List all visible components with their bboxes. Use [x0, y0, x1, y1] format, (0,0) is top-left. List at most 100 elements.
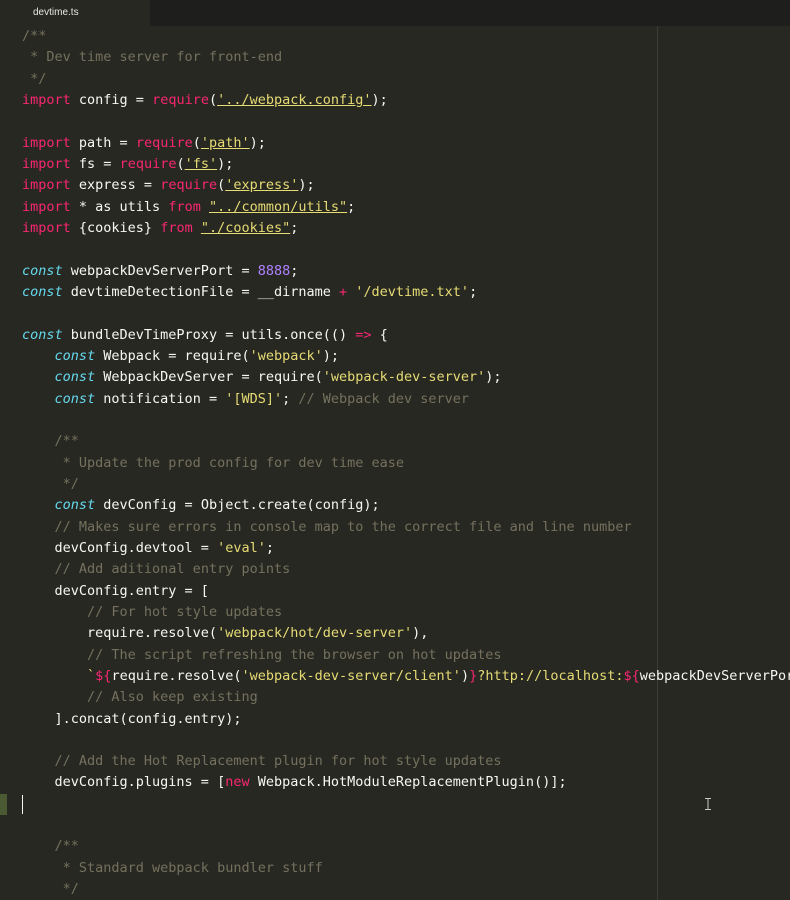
code-line: import fs = require('fs'); — [22, 154, 790, 175]
code-token: */ — [22, 475, 79, 492]
code-line: // Makes sure errors in console map to t… — [22, 517, 790, 538]
code-line: */ — [22, 879, 790, 900]
code-line: const devtimeDetectionFile = __dirname +… — [22, 282, 790, 303]
code-token: ( — [208, 91, 218, 108]
code-token: notification = — [95, 390, 226, 407]
code-token: => — [355, 326, 372, 343]
code-token: ${ — [623, 667, 640, 684]
code-token: ); — [485, 369, 502, 386]
code-line: /** — [22, 431, 790, 452]
code-line: * Dev time server for front-end — [22, 47, 790, 68]
code-token: ; — [282, 390, 299, 407]
code-token: ; — [290, 219, 299, 236]
code-token: Webpack.HotModuleReplacementPlugin()]; — [249, 774, 567, 791]
code-token: ( — [176, 155, 185, 172]
code-token: ); — [249, 134, 266, 151]
code-token: 'webpack/hot/dev-server' — [217, 625, 413, 642]
code-token: '/devtime.txt' — [355, 283, 470, 300]
code-token: devtimeDetectionFile = __dirname — [62, 283, 339, 300]
code-token: // The script refreshing the browser on … — [87, 646, 502, 663]
code-token: ); — [217, 155, 234, 172]
code-token: {cookies} — [70, 219, 161, 236]
code-token: /** — [54, 838, 79, 855]
code-token: path = — [70, 134, 136, 151]
code-token: from — [168, 198, 201, 215]
tab-devtime-ts[interactable]: devtime.ts — [0, 0, 150, 26]
code-editor[interactable]: /** * Dev time server for front-end */ im… — [0, 26, 790, 900]
code-token: ?http://localhost: — [477, 667, 624, 684]
code-line: import * as utils from "../common/utils"… — [22, 197, 790, 218]
code-token: require — [160, 177, 218, 194]
code-token: import — [22, 177, 71, 194]
code-token: // Also keep existing — [87, 689, 258, 706]
code-token: '[WDS]' — [225, 390, 283, 407]
code-token: 'eval' — [217, 539, 266, 556]
code-token: require.resolve( — [111, 667, 242, 684]
text-cursor — [22, 795, 23, 814]
code-line: // The script refreshing the browser on … — [22, 645, 790, 666]
code-line: import express = require('express'); — [22, 175, 790, 196]
code-token: devConfig.entry = [ — [22, 582, 209, 599]
code-token: const — [54, 347, 96, 364]
code-token: import — [22, 134, 71, 151]
code-token: new — [225, 774, 250, 791]
code-line: devConfig.devtool = 'eval'; — [22, 538, 790, 559]
code-token: 8888 — [257, 262, 291, 279]
code-line: `${require.resolve('webpack-dev-server/c… — [22, 666, 790, 687]
code-token: require — [152, 91, 209, 108]
code-token: } — [469, 667, 478, 684]
code-token: 'express' — [225, 177, 299, 194]
code-line: devConfig.entry = [ — [22, 581, 790, 602]
code-token: require — [135, 134, 193, 151]
code-lines: /** * Dev time server for front-end */ im… — [22, 26, 790, 900]
code-token: /** — [54, 433, 79, 450]
code-token: ; — [290, 262, 299, 279]
code-token: import — [22, 155, 71, 172]
code-token: 'webpack-dev-server/client' — [241, 667, 461, 684]
code-line: // For hot style updates — [22, 602, 790, 623]
code-token: ), — [412, 625, 429, 642]
code-token: */ — [22, 70, 47, 87]
code-token: import — [22, 91, 71, 108]
code-token: WebpackDevServer = require( — [95, 369, 323, 386]
code-line: // Also keep existing — [22, 687, 790, 708]
tab-title: devtime.ts — [33, 7, 79, 18]
code-token: * as utils — [70, 198, 169, 215]
code-token: + — [338, 283, 348, 300]
code-token: ); — [371, 91, 388, 108]
code-token: */ — [22, 881, 79, 898]
code-line: const Webpack = require('webpack'); — [22, 346, 790, 367]
code-token: 'webpack' — [249, 347, 323, 364]
code-token: devConfig.devtool = — [22, 539, 218, 556]
code-token: ${ — [95, 667, 112, 684]
code-token: const — [22, 262, 63, 279]
code-line: /** — [22, 836, 790, 857]
code-token: ; — [347, 198, 356, 215]
code-token: ` — [87, 667, 96, 684]
code-token: webpackDevServerPort — [639, 667, 790, 684]
code-token: const — [54, 369, 96, 386]
code-line: * Update the prod config for dev time ea… — [22, 453, 790, 474]
code-token: import — [22, 198, 71, 215]
code-token: fs = — [70, 155, 120, 172]
code-line: /** — [22, 26, 790, 47]
code-token: // Makes sure errors in console map to t… — [54, 518, 632, 535]
code-token: ( — [192, 134, 201, 151]
code-token: 'path' — [200, 134, 250, 151]
code-line: const WebpackDevServer = require('webpac… — [22, 367, 790, 388]
code-token: ( — [217, 177, 226, 194]
